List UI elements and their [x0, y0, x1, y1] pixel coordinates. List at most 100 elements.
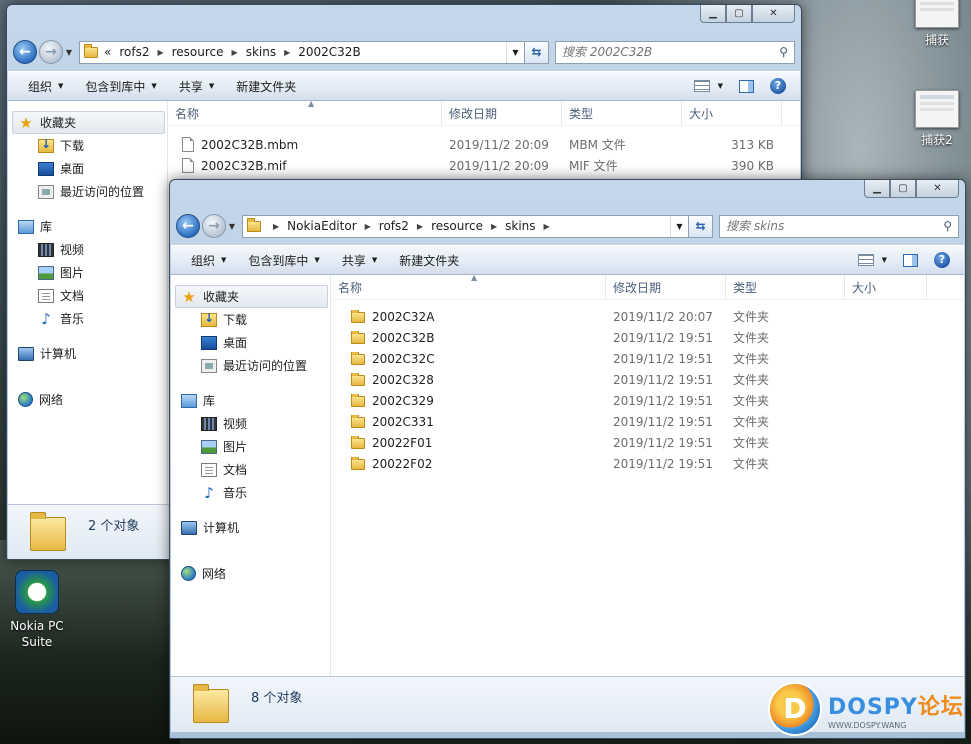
nav-network[interactable]: 网络	[8, 388, 167, 411]
share-button[interactable]: 共享 ▼	[334, 252, 385, 269]
organize-button[interactable]: 组织 ▼	[183, 252, 234, 269]
nav-videos[interactable]: 视频	[171, 412, 330, 435]
chevron-down-icon[interactable]: ▼	[718, 82, 723, 90]
explorer-window-front[interactable]: ▁ ▢ ✕ ← → ▼ ▶ NokiaEditor ▶ rofs2 ▶ reso…	[169, 179, 966, 739]
nav-pictures[interactable]: 图片	[171, 435, 330, 458]
breadcrumb-rofs2[interactable]: rofs2	[379, 219, 409, 233]
search-icon[interactable]: ⚲	[943, 219, 952, 233]
breadcrumb-separator-icon[interactable]: ▶	[417, 222, 423, 231]
column-modified[interactable]: 修改日期	[606, 275, 726, 299]
column-size[interactable]: 大小	[682, 101, 782, 125]
search-input[interactable]	[562, 45, 780, 59]
forward-button[interactable]: →	[39, 40, 63, 64]
breadcrumb-separator-icon[interactable]: ▶	[273, 222, 279, 231]
table-row[interactable]: 2002C32A 2019/11/2 20:07 文件夹	[331, 306, 964, 327]
nav-music[interactable]: ♪ 音乐	[8, 307, 167, 330]
minimize-button[interactable]: ▁	[700, 5, 726, 23]
nav-libraries[interactable]: 库	[8, 215, 167, 238]
nav-libraries[interactable]: 库	[171, 389, 330, 412]
close-button[interactable]: ✕	[752, 5, 795, 23]
help-icon[interactable]: ?	[770, 78, 786, 94]
breadcrumb-separator-icon[interactable]: ▶	[365, 222, 371, 231]
help-icon[interactable]: ?	[934, 252, 950, 268]
address-dropdown-icon[interactable]: ▼	[506, 41, 524, 63]
column-size[interactable]: 大小	[845, 275, 927, 299]
back-button[interactable]: ←	[13, 40, 37, 64]
breadcrumb-separator-icon[interactable]: ▶	[284, 48, 290, 57]
table-row[interactable]: 2002C32C 2019/11/2 19:51 文件夹	[331, 348, 964, 369]
refresh-button[interactable]: ⇆	[689, 214, 713, 238]
view-options-icon[interactable]	[857, 254, 874, 266]
maximize-button[interactable]: ▢	[726, 5, 752, 23]
address-bar[interactable]: « rofs2 ▶ resource ▶ skins ▶ 2002C32B ▼	[79, 40, 525, 64]
nav-network[interactable]: 网络	[171, 562, 330, 585]
column-name[interactable]: 名称	[331, 275, 606, 299]
nav-computer[interactable]: 计算机	[171, 516, 330, 539]
back-button[interactable]: ←	[176, 214, 200, 238]
nav-videos[interactable]: 视频	[8, 238, 167, 261]
table-row[interactable]: 2002C329 2019/11/2 19:51 文件夹	[331, 390, 964, 411]
table-row[interactable]: 2002C331 2019/11/2 19:51 文件夹	[331, 411, 964, 432]
breadcrumb-rofs2[interactable]: rofs2	[119, 45, 149, 59]
minimize-button[interactable]: ▁	[864, 180, 890, 198]
address-bar[interactable]: ▶ NokiaEditor ▶ rofs2 ▶ resource ▶ skins…	[242, 214, 689, 238]
breadcrumb-overflow[interactable]: «	[104, 45, 111, 59]
column-name[interactable]: 名称	[168, 101, 442, 125]
breadcrumb-separator-icon[interactable]: ▶	[491, 222, 497, 231]
breadcrumb-separator-icon[interactable]: ▶	[157, 48, 163, 57]
search-input[interactable]	[726, 219, 944, 233]
refresh-button[interactable]: ⇆	[525, 40, 549, 64]
nav-documents[interactable]: 文档	[8, 284, 167, 307]
desktop-icon-nokia-pc-suite[interactable]: Nokia PC Suite	[4, 570, 70, 650]
maximize-button[interactable]: ▢	[890, 180, 916, 198]
nav-favorites[interactable]: ★ 收藏夹	[12, 111, 165, 134]
table-row[interactable]: 2002C32B.mif 2019/11/2 20:09 MIF 文件 390 …	[168, 155, 800, 176]
nav-documents[interactable]: 文档	[171, 458, 330, 481]
include-in-library-button[interactable]: 包含到库中 ▼	[77, 78, 164, 95]
nav-recent-places[interactable]: 最近访问的位置	[171, 354, 330, 377]
nav-favorites[interactable]: ★ 收藏夹	[175, 285, 328, 308]
table-row[interactable]: 20022F01 2019/11/2 19:51 文件夹	[331, 432, 964, 453]
preview-pane-icon[interactable]	[903, 253, 918, 267]
breadcrumb-separator-icon[interactable]: ▶	[544, 222, 550, 231]
nav-downloads[interactable]: 下载	[8, 134, 167, 157]
chevron-down-icon[interactable]: ▼	[882, 256, 887, 264]
breadcrumb-resource[interactable]: resource	[431, 219, 483, 233]
view-options-icon[interactable]	[693, 80, 710, 92]
nav-music[interactable]: ♪ 音乐	[171, 481, 330, 504]
nav-computer[interactable]: 计算机	[8, 342, 167, 365]
table-row[interactable]: 2002C328 2019/11/2 19:51 文件夹	[331, 369, 964, 390]
table-row[interactable]: 20022F02 2019/11/2 19:51 文件夹	[331, 453, 964, 474]
table-row[interactable]: 2002C32B 2019/11/2 19:51 文件夹	[331, 327, 964, 348]
column-modified[interactable]: 修改日期	[442, 101, 562, 125]
forward-button[interactable]: →	[202, 214, 226, 238]
column-type[interactable]: 类型	[726, 275, 845, 299]
search-box[interactable]: ⚲	[719, 214, 959, 238]
include-in-library-button[interactable]: 包含到库中 ▼	[240, 252, 327, 269]
breadcrumb-skins[interactable]: skins	[246, 45, 276, 59]
address-dropdown-icon[interactable]: ▼	[670, 215, 688, 237]
desktop-icon-capture[interactable]: 捕获	[906, 0, 968, 48]
close-button[interactable]: ✕	[916, 180, 959, 198]
nav-downloads[interactable]: 下载	[171, 308, 330, 331]
share-button[interactable]: 共享 ▼	[171, 78, 222, 95]
column-type[interactable]: 类型	[562, 101, 682, 125]
new-folder-button[interactable]: 新建文件夹	[228, 78, 304, 95]
new-folder-button[interactable]: 新建文件夹	[391, 252, 467, 269]
nav-desktop[interactable]: 桌面	[171, 331, 330, 354]
nav-recent-places[interactable]: 最近访问的位置	[8, 180, 167, 203]
search-icon[interactable]: ⚲	[779, 45, 788, 59]
nav-pictures[interactable]: 图片	[8, 261, 167, 284]
nav-desktop[interactable]: 桌面	[8, 157, 167, 180]
breadcrumb-current[interactable]: skins	[505, 219, 535, 233]
breadcrumb-separator-icon[interactable]: ▶	[232, 48, 238, 57]
organize-button[interactable]: 组织 ▼	[20, 78, 71, 95]
desktop-icon-capture2[interactable]: 捕获2	[906, 90, 968, 148]
history-dropdown-icon[interactable]: ▼	[63, 48, 75, 57]
breadcrumb-resource[interactable]: resource	[172, 45, 224, 59]
breadcrumb-current[interactable]: 2002C32B	[298, 45, 360, 59]
history-dropdown-icon[interactable]: ▼	[226, 222, 238, 231]
search-box[interactable]: ⚲	[555, 40, 795, 64]
table-row[interactable]: 2002C32B.mbm 2019/11/2 20:09 MBM 文件 313 …	[168, 134, 800, 155]
preview-pane-icon[interactable]	[739, 79, 754, 93]
